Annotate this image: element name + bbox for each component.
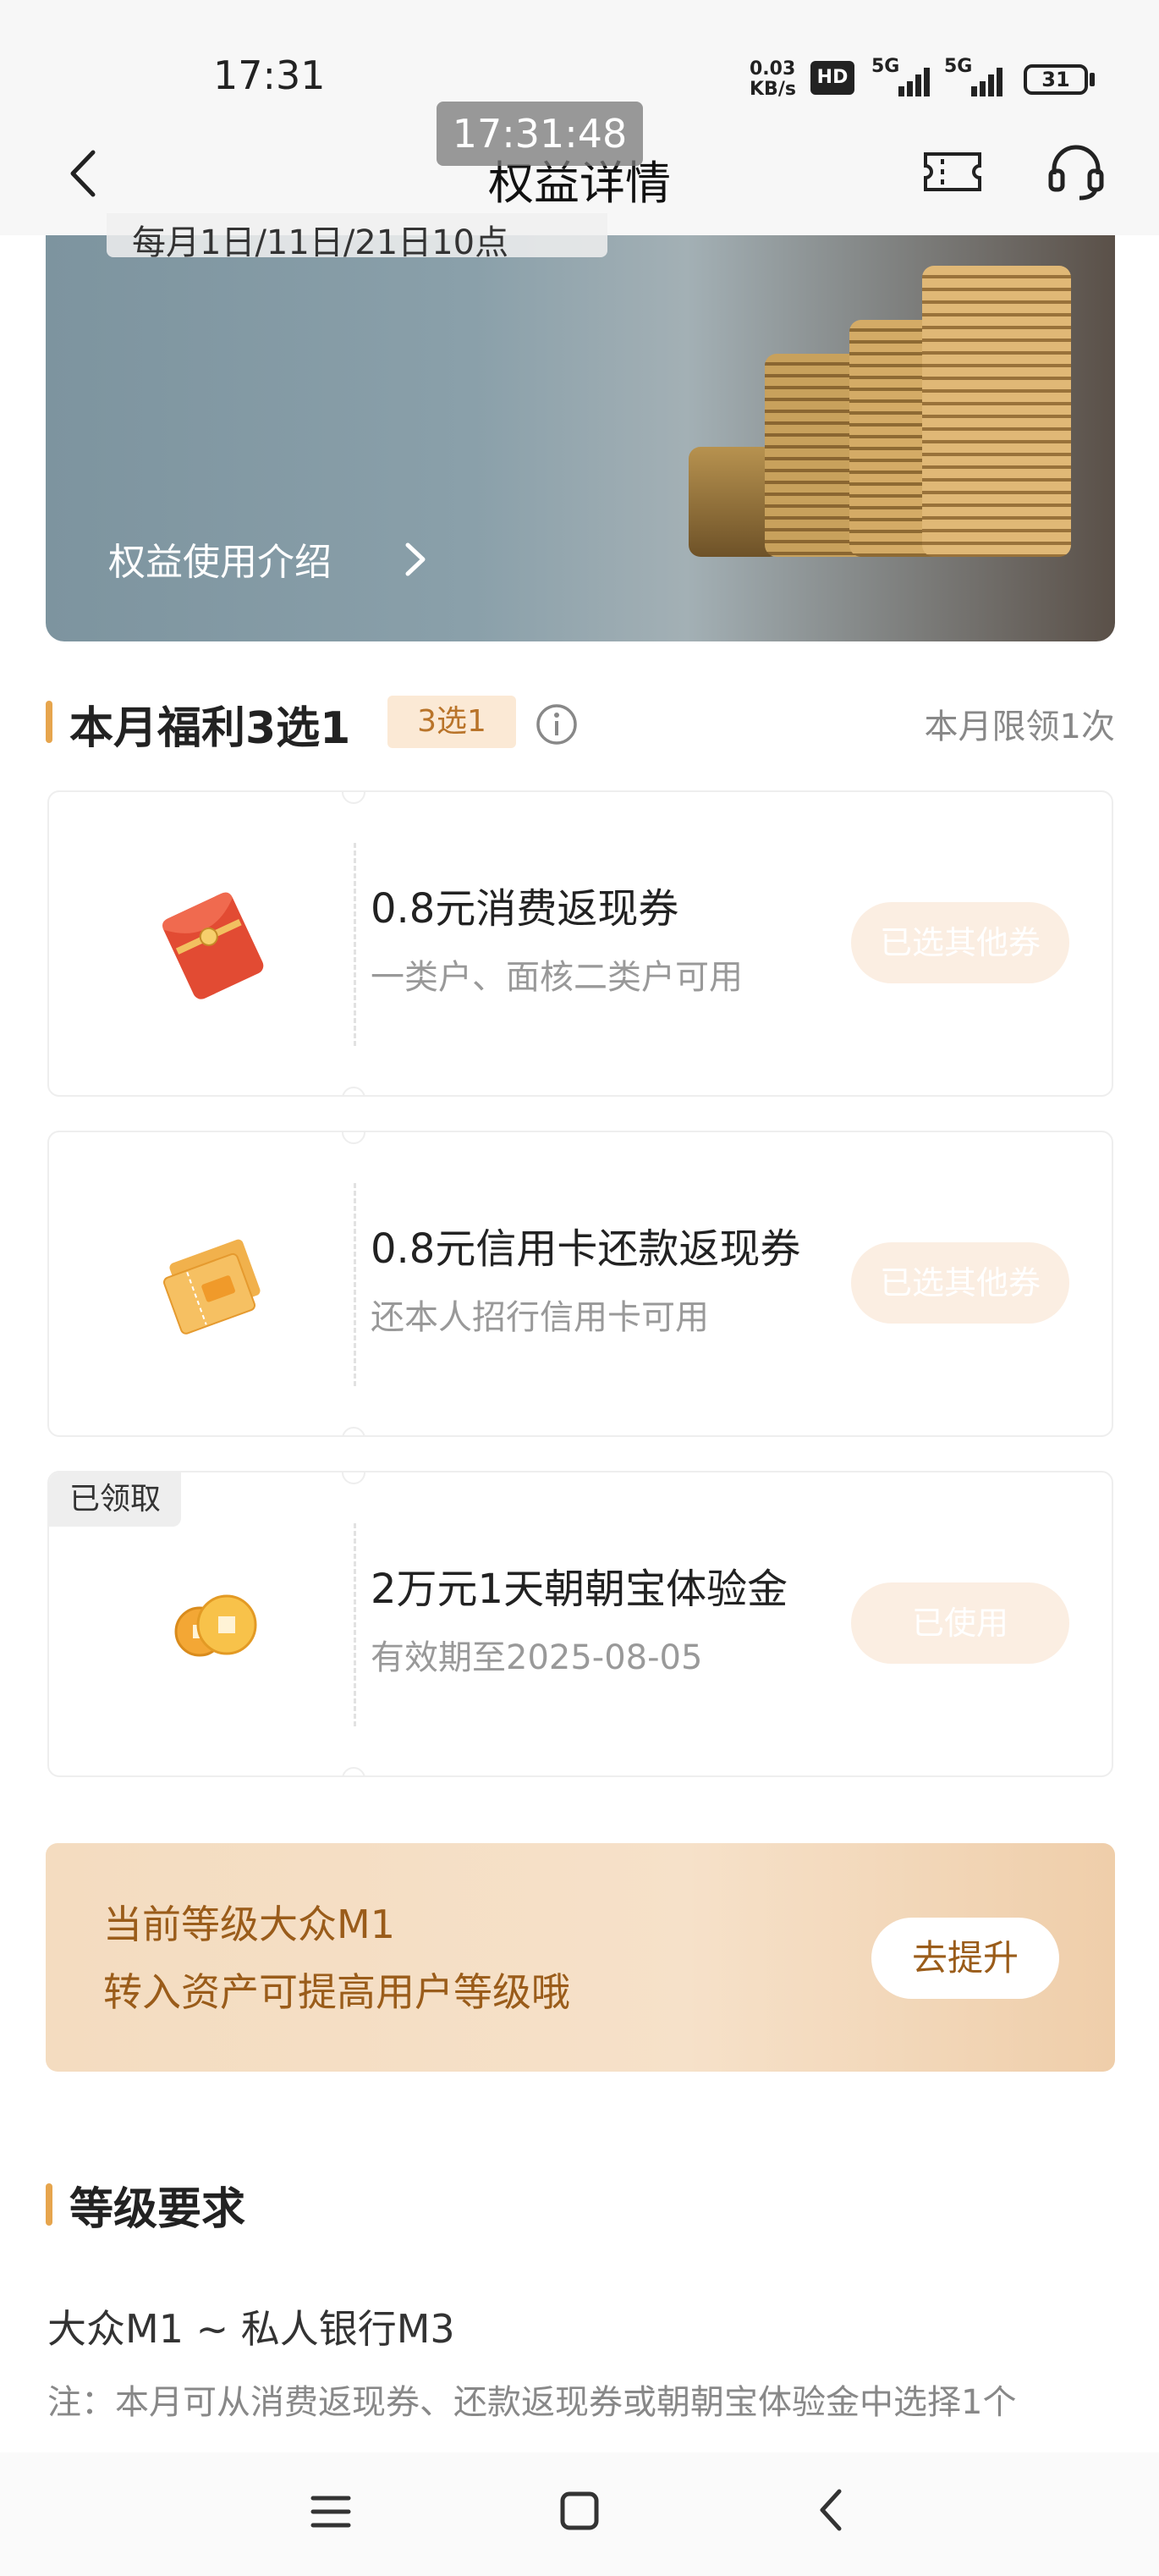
- system-back-icon[interactable]: [814, 2485, 848, 2535]
- coupon-subtitle: 有效期至2025-08-05: [371, 1638, 703, 1677]
- customer-service-headset-icon[interactable]: [1046, 140, 1107, 201]
- card-notch: [342, 792, 365, 804]
- card-notch: [342, 1472, 365, 1484]
- level-range-text: 大众M1 ~ 私人银行M3: [47, 2306, 455, 2352]
- level-hint-text: 转入资产可提高用户等级哦: [103, 1969, 570, 2015]
- claimed-tag: 已领取: [49, 1472, 181, 1527]
- signal-bars-icon: [971, 68, 1002, 96]
- coupon-title: 0.8元消费返现券: [371, 885, 679, 933]
- card-notch: [342, 1087, 365, 1095]
- card-notch: [342, 1132, 365, 1144]
- level-requirements-title: 等级要求: [69, 2184, 246, 2235]
- battery-tip: [1090, 73, 1095, 86]
- ticket-icon[interactable]: [922, 151, 983, 193]
- card-notch: [342, 1767, 365, 1775]
- card-notch: [342, 1427, 365, 1435]
- coin-stack-image: [922, 266, 1071, 557]
- overlay-timestamp: 17:31:48: [437, 102, 643, 166]
- monthly-limit-text: 本月限领1次: [924, 707, 1115, 746]
- coupon-card: 0.8元信用卡还款返现券 还本人招行信用卡可用 已选其他券: [47, 1131, 1113, 1437]
- coupon-subtitle: 一类户、面核二类户可用: [371, 958, 743, 997]
- home-square-icon[interactable]: [558, 2490, 601, 2532]
- battery-icon: 31: [1024, 64, 1088, 95]
- coupon-subtitle: 还本人招行信用卡可用: [371, 1298, 709, 1337]
- current-level-text: 当前等级大众M1: [103, 1902, 395, 1947]
- coupon-status-button[interactable]: 已选其他券: [851, 902, 1069, 983]
- requirements-note: 注：本月可从消费返现券、还款返现券或朝朝宝体验金中选择1个: [47, 2383, 1017, 2422]
- banner-date-label: 每月1日/11日/21日10点: [107, 213, 607, 257]
- choice-badge: 3选1: [387, 696, 516, 748]
- coupon-status-button[interactable]: 已使用: [851, 1582, 1069, 1664]
- coupon-status-button[interactable]: 已选其他券: [851, 1242, 1069, 1324]
- card-divider: [354, 843, 356, 1046]
- coupon-card: 已领取 2万元1天朝朝宝体验金 有效期至2025-08-05 已使用: [47, 1471, 1113, 1777]
- network-speed-value: 0.03: [750, 58, 796, 80]
- signal-bars-icon: [898, 68, 930, 96]
- back-arrow-icon[interactable]: [59, 144, 110, 203]
- upgrade-button[interactable]: 去提升: [871, 1918, 1059, 1999]
- coupon-card: 0.8元消费返现券 一类户、面核二类户可用 已选其他券: [47, 790, 1113, 1097]
- section-accent-bar: [46, 2183, 52, 2226]
- section-accent-bar: [46, 701, 52, 743]
- card-divider: [354, 1523, 356, 1726]
- ticket-coupon-icon: [162, 1239, 261, 1335]
- chevron-right-icon[interactable]: [398, 538, 431, 581]
- gold-coin-icon: [174, 1594, 257, 1657]
- hd-badge: HD: [810, 61, 854, 95]
- info-icon[interactable]: [535, 702, 579, 746]
- benefit-intro-link[interactable]: 权益使用介绍: [108, 531, 332, 586]
- menu-icon[interactable]: [310, 2491, 352, 2532]
- network-speed: 0.03 KB/s: [750, 59, 796, 100]
- red-envelope-icon: [162, 892, 264, 999]
- network-speed-unit: KB/s: [750, 79, 796, 100]
- coupon-title: 0.8元信用卡还款返现券: [371, 1225, 801, 1273]
- card-divider: [354, 1183, 356, 1386]
- status-time: 17:31: [213, 52, 326, 98]
- coupon-title: 2万元1天朝朝宝体验金: [371, 1566, 788, 1613]
- monthly-benefit-title: 本月福利3选1: [69, 703, 351, 754]
